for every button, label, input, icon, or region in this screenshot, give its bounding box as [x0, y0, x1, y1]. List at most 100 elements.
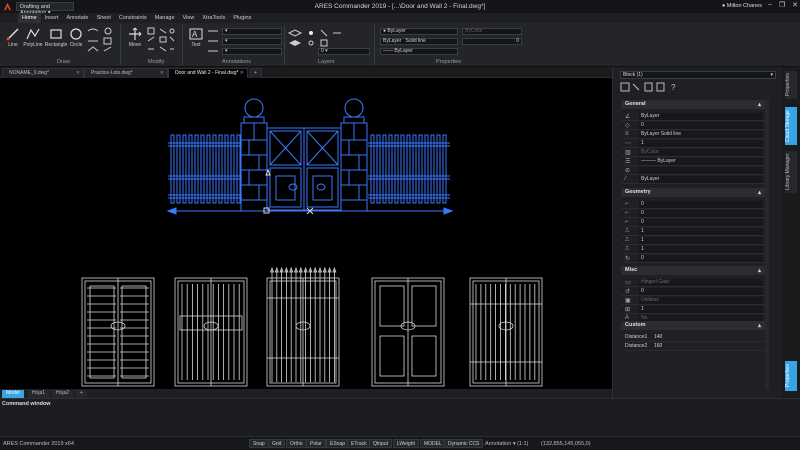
property-row-scale-y[interactable]: ⎍ 1 — [621, 236, 765, 245]
geometry-section-header[interactable]: Geometry ▴ — [621, 188, 765, 197]
qinput-toggle[interactable]: QInput — [369, 439, 393, 448]
property-row-unit-factor[interactable]: ⊞ 1 — [621, 305, 765, 314]
layout-tab-model[interactable]: Model — [2, 390, 24, 398]
layout-tab-bar: Model Hoja1 Hoja2 + — [0, 389, 612, 398]
tab-insert[interactable]: Insert — [41, 13, 63, 23]
drawing-canvas[interactable] — [0, 78, 612, 389]
misc-section-header[interactable]: Misc ▴ — [621, 266, 765, 275]
side-tab-cloud-storage[interactable]: Cloud Storage — [785, 107, 797, 145]
tab-constraints[interactable]: Constraints — [115, 13, 151, 23]
lineweight-select[interactable]: —— ByLayer — [380, 48, 458, 55]
line-tool-button[interactable]: Line — [4, 27, 22, 48]
gate-blocks[interactable] — [81, 266, 543, 387]
tab-plugins[interactable]: Plugins — [229, 13, 255, 23]
doc-tab[interactable]: Practice-Lots.dwg* ✕ — [84, 68, 168, 78]
selected-gate-assembly[interactable] — [166, 98, 454, 215]
property-row-rotation[interactable]: ↻ 0 — [621, 254, 765, 263]
panel-scrollbar[interactable] — [765, 100, 769, 390]
property-row-distance2[interactable]: Distance2 160 — [621, 342, 765, 351]
property-row-position-z[interactable]: ⌐ 0 — [621, 218, 765, 227]
minimize-button[interactable]: – — [768, 1, 772, 11]
bycolor-field[interactable]: ByColor — [462, 28, 522, 35]
dimension-style-select[interactable]: ▾ — [222, 38, 282, 45]
property-row-linestyle[interactable]: ≡ ByLayer Solid line — [621, 130, 765, 139]
property-value: 0 — [639, 210, 763, 217]
layout-tab-hoja1[interactable]: Hoja1 — [28, 390, 50, 398]
doc-tab-active[interactable]: Door and Wall 2 - Final.dwg* ✕ — [168, 68, 248, 78]
doc-tab-label: Practice-Lots.dwg* — [91, 70, 133, 76]
annotation-small-tools-icon[interactable] — [206, 27, 220, 55]
property-value: 1 — [639, 140, 763, 147]
grid-toggle[interactable]: Grid — [268, 439, 286, 448]
maximize-button[interactable]: ❐ — [779, 1, 785, 11]
linestyle-select[interactable]: ByLayer Solid line — [380, 38, 458, 45]
property-row-linescale[interactable]: ⋯ 1 — [621, 139, 765, 148]
polar-toggle[interactable]: Polar — [306, 439, 326, 448]
annotations-group-label: Annotations — [222, 59, 252, 65]
property-row-transparency[interactable]: ⊘ — [621, 166, 765, 175]
close-icon[interactable]: ✕ — [240, 69, 244, 78]
custom-section-header[interactable]: Custom ▴ — [621, 321, 765, 330]
side-tab-properties-bottom[interactable]: Properties — [785, 361, 797, 391]
circle-tool-button[interactable]: Circle — [68, 27, 84, 48]
tab-view[interactable]: View — [179, 13, 199, 23]
lineweight-value-field[interactable]: 0 — [462, 38, 522, 45]
modify-small-tools-icon[interactable] — [146, 27, 176, 55]
dynamic-ccs-toggle[interactable]: Dynamic CCS — [444, 439, 484, 448]
property-row-position-y[interactable]: ⌐ 0 — [621, 209, 765, 218]
layer-select[interactable]: 0 ▾ — [318, 48, 370, 55]
transparency-icon: ⊘ — [625, 168, 631, 174]
text-style-select[interactable]: ▾ — [222, 28, 282, 35]
tab-xtratools[interactable]: XtraTools — [198, 13, 229, 23]
new-tab-button[interactable]: + — [250, 68, 262, 78]
ortho-toggle[interactable]: Ortho — [286, 439, 307, 448]
model-toggle[interactable]: MODEL — [420, 439, 446, 448]
tab-sheet[interactable]: Sheet — [92, 13, 114, 23]
tab-manage[interactable]: Manage — [151, 13, 179, 23]
property-row-rotation[interactable]: ↺ 0 — [621, 287, 765, 296]
tab-annotate[interactable]: Annotate — [62, 13, 92, 23]
close-icon[interactable]: ✕ — [76, 69, 80, 78]
property-row-scale-z[interactable]: ⎍ 1 — [621, 245, 765, 254]
property-row-hyperlink[interactable]: ∕ ByLayer — [621, 175, 765, 184]
general-section-header[interactable]: General ▴ — [621, 100, 765, 109]
user-account[interactable]: ● Milton Chanes — [722, 3, 762, 9]
property-row-name[interactable]: ▭ Hinged Gate — [621, 278, 765, 287]
annotation-label: Annotation — [485, 441, 512, 447]
layer-value: 0 — [321, 48, 324, 54]
table-style-select[interactable]: ▾ — [222, 48, 282, 55]
close-icon[interactable]: ✕ — [160, 69, 164, 78]
move-icon — [129, 27, 142, 40]
property-row-scale-x[interactable]: ⎍ 1 — [621, 227, 765, 236]
side-tab-properties[interactable]: Properties — [785, 71, 797, 99]
draw-small-tools-icon[interactable] — [86, 27, 116, 55]
property-row-position-x[interactable]: ⌐ 0 — [621, 200, 765, 209]
property-row-color[interactable]: ∠ ByLayer — [621, 112, 765, 121]
esnap-toggle[interactable]: ESnap — [326, 439, 350, 448]
position-x-icon: ⌐ — [625, 201, 629, 207]
property-row-units[interactable]: ▣ Unitless — [621, 296, 765, 305]
lweight-toggle[interactable]: LWeight — [393, 439, 419, 448]
panel-toolbar[interactable]: ? — [620, 82, 690, 92]
polyline-tool-button[interactable]: PolyLine — [22, 27, 44, 48]
user-name: Milton Chanes — [726, 3, 763, 9]
property-row-lineweight[interactable]: ☰ ——— ByLayer — [621, 157, 765, 166]
snap-toggle[interactable]: Snap — [249, 439, 269, 448]
tab-home[interactable]: Home — [18, 13, 41, 23]
side-tab-library-manager[interactable]: Library Manager — [785, 151, 797, 193]
property-row-layer[interactable]: ◇ 0 — [621, 121, 765, 130]
entity-selector[interactable]: Block (1) ▾ — [620, 71, 776, 79]
add-layout-button[interactable]: + — [76, 390, 87, 398]
property-row-distance1[interactable]: Distance1 140 — [621, 333, 765, 342]
property-row-print-style[interactable]: ▥ ByColor — [621, 148, 765, 157]
command-window[interactable]: Command window — [0, 398, 800, 436]
etrack-toggle[interactable]: ETrack — [347, 439, 371, 448]
doc-tab[interactable]: NONAME_0.dwg* ✕ — [2, 68, 84, 78]
rectangle-tool-button[interactable]: Rectangle — [44, 27, 68, 48]
layout-tab-hoja2[interactable]: Hoja2 — [52, 390, 74, 398]
color-select[interactable]: ● ByLayer — [380, 28, 458, 35]
close-button[interactable]: ✕ — [792, 1, 798, 11]
move-tool-button[interactable]: Move — [126, 27, 144, 48]
annotation-scale-select[interactable]: Annotation ▾ (1:1) — [485, 441, 528, 447]
text-tool-button[interactable]: A Text — [188, 27, 204, 48]
